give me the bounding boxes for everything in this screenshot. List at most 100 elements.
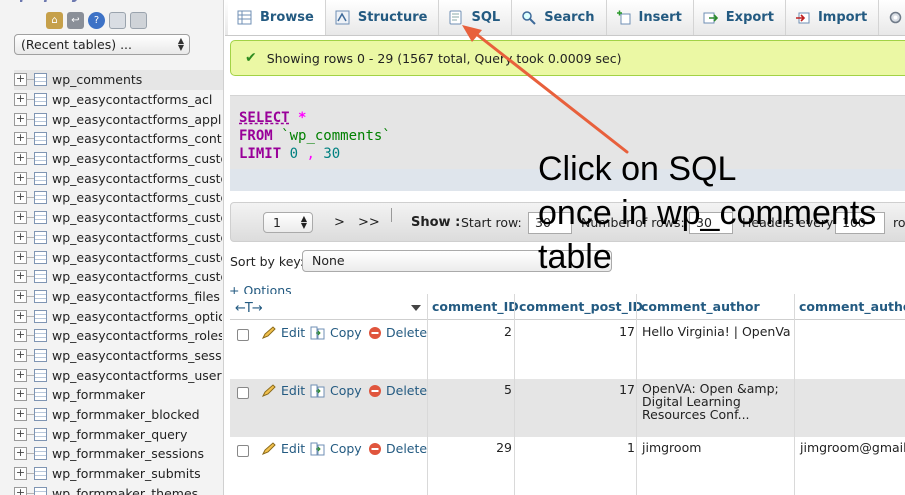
tab-search[interactable]: Search [512, 0, 607, 35]
expand-icon[interactable]: + [14, 93, 27, 107]
expand-icon[interactable]: + [14, 427, 27, 441]
sql-select-keyword[interactable]: SELECT [239, 110, 290, 126]
home-icon[interactable]: ⌂ [46, 12, 63, 29]
table-name[interactable]: wp_easycontactforms_custor [52, 190, 222, 205]
row-checkbox[interactable] [237, 445, 249, 457]
table-item[interactable]: + wp_easycontactforms_conta [14, 129, 223, 149]
edit-link[interactable]: Edit [261, 325, 305, 340]
table-item[interactable]: + wp_easycontactforms_custor [14, 188, 223, 208]
table-name[interactable]: wp_formmaker_query [52, 427, 222, 442]
sql-query[interactable]: SELECT * FROM `wp_comments` LIMIT 0 , 30 [239, 109, 391, 163]
table-item[interactable]: + wp_easycontactforms_custor [14, 208, 223, 228]
num-rows-input[interactable]: 30 [689, 212, 733, 234]
table-item[interactable]: + wp_easycontactforms_optior [14, 306, 223, 326]
expand-icon[interactable]: + [14, 270, 27, 284]
col-comment-author-email[interactable]: comment_author [799, 299, 905, 314]
expand-icon[interactable]: + [14, 329, 27, 343]
tab-import[interactable]: Import [786, 0, 880, 35]
table-item[interactable]: + wp_comments [14, 70, 223, 90]
col-comment-author[interactable]: comment_author [641, 299, 760, 314]
cell-comment-post-id[interactable]: 17 [519, 382, 635, 397]
tab-sql[interactable]: SQL [439, 0, 513, 35]
expand-icon[interactable]: + [14, 112, 27, 126]
cell-comment-author[interactable]: OpenVA: Open &amp; Digital Learning Reso… [642, 382, 790, 421]
expand-icon[interactable]: + [14, 211, 27, 225]
expand-icon[interactable]: + [14, 408, 27, 422]
expand-icon[interactable]: + [14, 152, 27, 166]
tab-op[interactable]: Op [879, 0, 905, 35]
cell-comment-author-email[interactable]: jimgroom@gmail.c [800, 440, 905, 455]
table-name[interactable]: wp_easycontactforms_applic [52, 112, 222, 127]
table-item[interactable]: + wp_easycontactforms_custor [14, 228, 223, 248]
delete-link[interactable]: Delete [368, 383, 427, 398]
expand-icon[interactable]: + [14, 486, 27, 495]
table-item[interactable]: + wp_easycontactforms_sessi [14, 346, 223, 366]
table-name[interactable]: wp_easycontactforms_custor [52, 171, 222, 186]
table-item[interactable]: + wp_formmaker_themes [14, 483, 223, 495]
expand-icon[interactable]: + [14, 230, 27, 244]
column-arrows-icon[interactable]: ←T→ [235, 301, 263, 316]
tab-insert[interactable]: Insert [607, 0, 694, 35]
table-item[interactable]: + wp_easycontactforms_files [14, 287, 223, 307]
table-item[interactable]: + wp_easycontactforms_users [14, 365, 223, 385]
table-item[interactable]: + wp_easycontactforms_acl [14, 90, 223, 110]
table-name[interactable]: wp_formmaker_submits [52, 466, 222, 481]
tab-structure[interactable]: Structure [326, 0, 440, 35]
table-name[interactable]: wp_easycontactforms_conta [52, 131, 222, 146]
table-name[interactable]: wp_easycontactforms_users [52, 368, 222, 383]
table-item[interactable]: + wp_formmaker_sessions [14, 444, 223, 464]
cell-comment-author[interactable]: Hello Virginia! | OpenVa [642, 324, 791, 339]
expand-icon[interactable]: + [14, 73, 27, 87]
page-select[interactable]: 1 ▲ ▼ [263, 212, 313, 233]
table-name[interactable]: wp_formmaker_blocked [52, 407, 222, 422]
help-icon[interactable]: ? [88, 12, 105, 29]
expand-icon[interactable]: + [14, 250, 27, 264]
copy-link[interactable]: Copy [310, 325, 362, 340]
copy-link[interactable]: Copy [310, 383, 362, 398]
exit-icon[interactable]: ↩ [67, 12, 84, 29]
table-name[interactable]: wp_easycontactforms_custor [52, 250, 222, 265]
start-row-input[interactable]: 30 [528, 212, 572, 234]
table-item[interactable]: + wp_formmaker_submits [14, 464, 223, 484]
last-page-button[interactable]: >> [358, 215, 380, 230]
table-item[interactable]: + wp_easycontactforms_applic [14, 109, 223, 129]
table-name[interactable]: wp_easycontactforms_custor [52, 151, 222, 166]
headers-every-input[interactable]: 100 [835, 212, 885, 234]
phpmyadmin-logo[interactable]: phpMyAdmin [20, 0, 190, 7]
table-name[interactable]: wp_easycontactforms_sessi [52, 348, 222, 363]
expand-icon[interactable]: + [14, 447, 27, 461]
tab-browse[interactable]: Browse [228, 0, 326, 35]
table-name[interactable]: wp_formmaker_themes [52, 486, 222, 495]
expand-icon[interactable]: + [14, 132, 27, 146]
cell-comment-id[interactable]: 2 [432, 324, 512, 339]
table-name[interactable]: wp_easycontactforms_roles [52, 328, 222, 343]
header-dropdown-icon[interactable] [411, 305, 421, 311]
table-item[interactable]: + wp_easycontactforms_roles [14, 326, 223, 346]
table-item[interactable]: + wp_formmaker_blocked [14, 405, 223, 425]
cell-comment-author[interactable]: jimgroom [642, 440, 701, 455]
expand-icon[interactable]: + [14, 348, 27, 362]
table-name[interactable]: wp_easycontactforms_custor [52, 269, 222, 284]
cell-comment-id[interactable]: 29 [432, 440, 512, 455]
table-item[interactable]: + wp_easycontactforms_custor [14, 247, 223, 267]
edit-link[interactable]: Edit [261, 441, 305, 456]
delete-link[interactable]: Delete [368, 325, 427, 340]
delete-link[interactable]: Delete [368, 441, 427, 456]
table-name[interactable]: wp_easycontactforms_custor [52, 230, 222, 245]
cell-comment-post-id[interactable]: 1 [519, 440, 635, 455]
copy-link[interactable]: Copy [310, 441, 362, 456]
recent-tables-select[interactable]: (Recent tables) ... ▲ ▼ [14, 34, 190, 55]
table-name[interactable]: wp_formmaker [52, 387, 222, 402]
table-name[interactable]: wp_comments [52, 72, 222, 87]
expand-icon[interactable]: + [14, 368, 27, 382]
expand-icon[interactable]: + [14, 467, 27, 481]
sort-by-key-select[interactable]: None [302, 250, 612, 272]
docs-icon[interactable] [109, 12, 126, 29]
table-name[interactable]: wp_easycontactforms_optior [52, 309, 222, 324]
tab-export[interactable]: Export [694, 0, 786, 35]
expand-icon[interactable]: + [14, 191, 27, 205]
table-name[interactable]: wp_formmaker_sessions [52, 446, 222, 461]
table-item[interactable]: + wp_formmaker [14, 385, 223, 405]
expand-icon[interactable]: + [14, 309, 27, 323]
table-item[interactable]: + wp_easycontactforms_custor [14, 168, 223, 188]
